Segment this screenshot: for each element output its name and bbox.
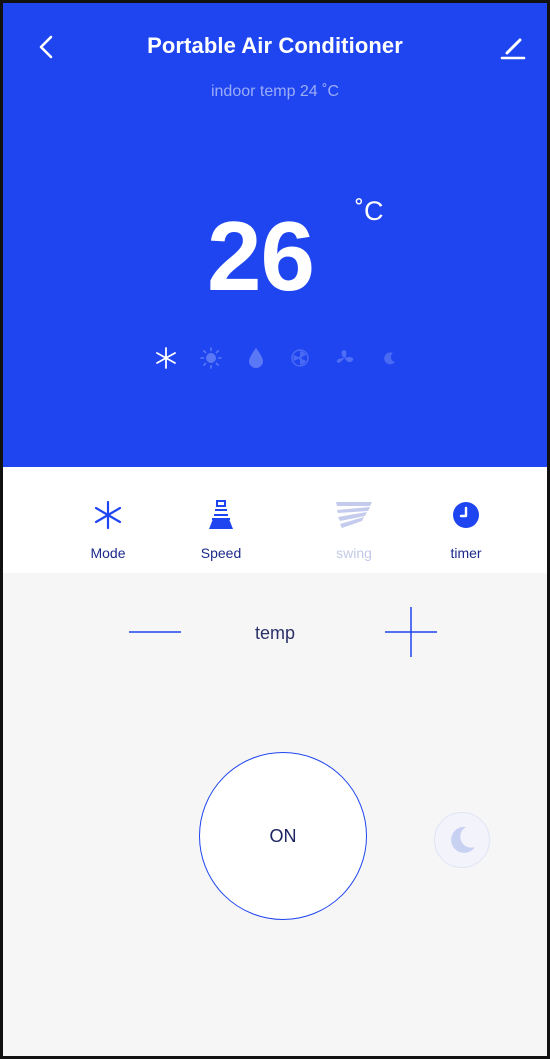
timer-label: timer xyxy=(450,545,482,561)
mode-indicator-row xyxy=(153,343,403,373)
mode-button[interactable]: Mode xyxy=(53,467,163,573)
snowflake-icon xyxy=(94,500,122,530)
swing-icon xyxy=(336,502,372,528)
swing-label: swing xyxy=(336,545,372,561)
moon-icon xyxy=(377,345,403,371)
fan-icon xyxy=(332,345,358,371)
plus-icon xyxy=(385,607,437,657)
edit-button[interactable] xyxy=(493,27,533,67)
drop-icon xyxy=(243,345,269,371)
pencil-icon xyxy=(500,38,526,60)
control-bar: Mode Speed swing timer xyxy=(3,467,547,573)
sleep-button[interactable] xyxy=(434,812,490,868)
power-label: ON xyxy=(269,825,297,846)
timer-button[interactable]: timer xyxy=(411,467,521,573)
speed-button[interactable]: Speed xyxy=(166,467,276,573)
radiation-icon xyxy=(287,345,313,371)
temp-label: temp xyxy=(254,623,296,643)
speed-icon xyxy=(209,500,233,529)
set-temperature: 26 xyxy=(207,201,315,311)
temperature-unit: ˚C xyxy=(355,196,384,226)
sun-icon xyxy=(198,345,224,371)
increase-temp-button[interactable] xyxy=(381,603,441,659)
mode-label: Mode xyxy=(90,545,126,561)
page-title: Portable Air Conditioner xyxy=(147,33,403,58)
status-panel: Portable Air Conditioner indoor temp 24 … xyxy=(3,3,547,467)
swing-button[interactable]: swing xyxy=(299,467,409,573)
snowflake-icon xyxy=(153,345,179,371)
clock-icon xyxy=(453,502,479,528)
power-button[interactable]: ON xyxy=(199,752,367,920)
indoor-temperature: indoor temp 24 ˚C xyxy=(210,83,340,100)
speed-label: Speed xyxy=(200,545,242,561)
moon-icon xyxy=(451,826,475,853)
app-screen: Portable Air Conditioner indoor temp 24 … xyxy=(0,0,550,1059)
